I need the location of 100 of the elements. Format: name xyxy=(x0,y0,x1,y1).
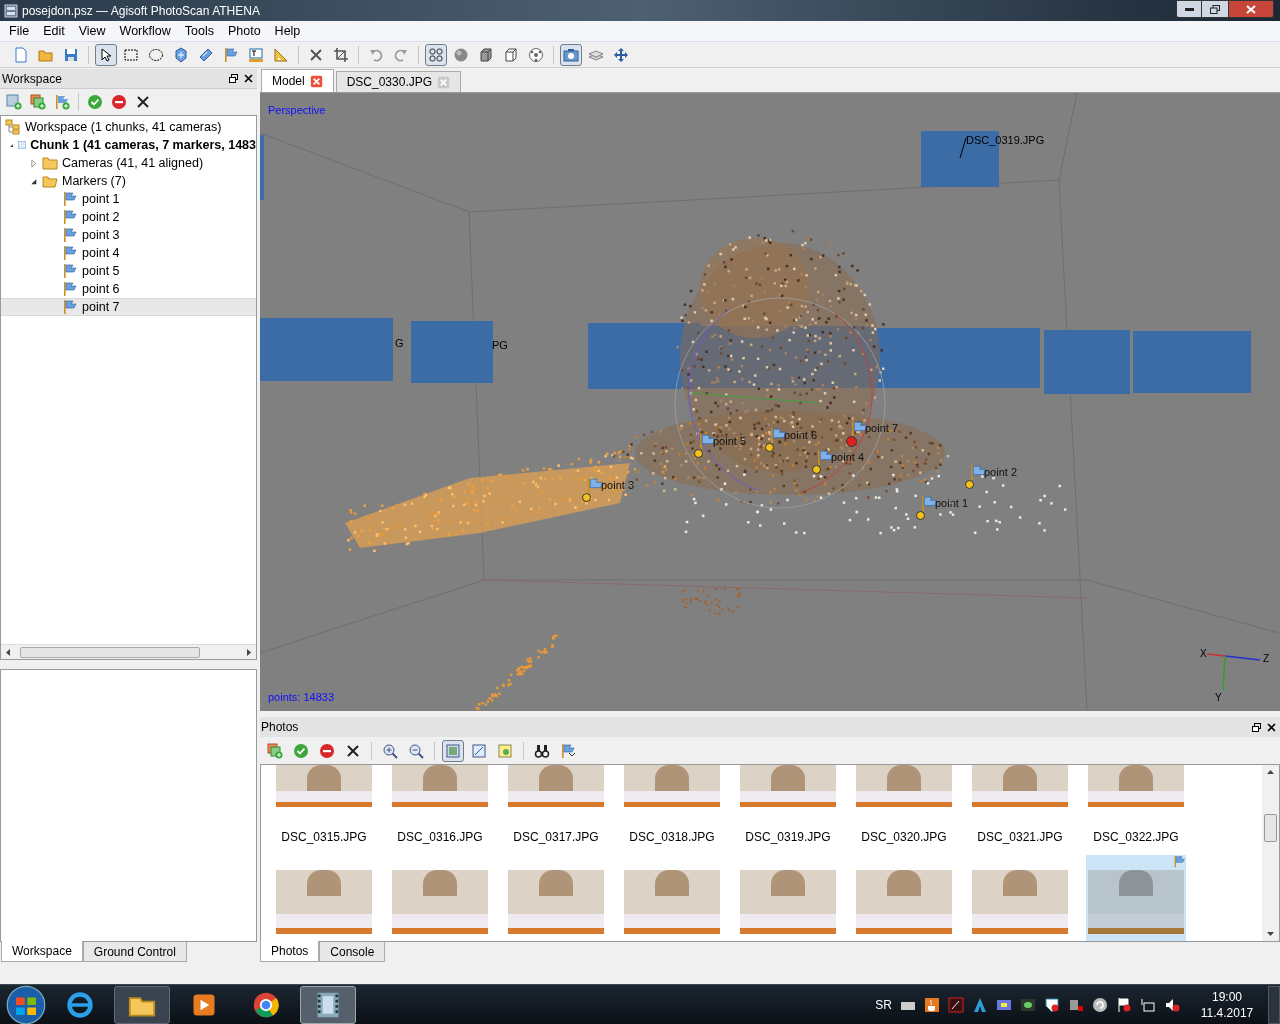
marker-point[interactable] xyxy=(916,511,925,520)
menu-item[interactable]: Tools xyxy=(177,21,221,41)
tree-item[interactable]: point 1 xyxy=(1,190,256,208)
camera-icon xyxy=(563,46,579,63)
marker-flag-icon xyxy=(62,209,78,225)
browser-icon xyxy=(66,990,94,1019)
menu-item[interactable]: File xyxy=(2,21,37,41)
tab[interactable]: Console xyxy=(319,942,386,962)
marker-point[interactable] xyxy=(846,436,857,447)
photo-label: DSC_0320.JPG xyxy=(861,829,947,846)
shield-icon[interactable] xyxy=(1044,996,1060,1013)
minimize-button[interactable] xyxy=(1176,0,1202,18)
menu-item[interactable]: View xyxy=(71,21,113,41)
close-tab-icon[interactable] xyxy=(309,74,323,88)
clock[interactable]: 19:00 11.4.2017 xyxy=(1194,988,1260,1021)
photo-label: DSC_0318.JPG xyxy=(629,829,715,846)
axis-label: X xyxy=(1200,647,1207,661)
maximize-button[interactable] xyxy=(1202,0,1228,18)
sync-icon[interactable] xyxy=(1092,996,1108,1013)
tree-item[interactable]: Markers (7) xyxy=(1,172,256,190)
toolbar-button[interactable] xyxy=(560,43,582,66)
tab[interactable]: Model xyxy=(261,69,334,92)
sphere-icon xyxy=(453,46,469,63)
clock-time: 19:00 xyxy=(1212,988,1242,1005)
restore-icon xyxy=(1210,4,1220,14)
thumbnail-item[interactable]: DSC_0317.JPG xyxy=(506,765,606,853)
folder-icon xyxy=(42,155,58,171)
marker-label: point 2 xyxy=(984,465,1018,480)
horizontal-scrollbar[interactable] xyxy=(1,644,256,659)
3d-viewport[interactable]: Perspective points: 14833 DSC_0319.JPG G PG point 1 point 2 point 3 point 4 point 5 point 6 point 7 X Z Y xyxy=(260,92,1280,711)
thumbnail-item[interactable]: DSC_0319.JPG xyxy=(738,765,838,853)
thumbnail-view-icon xyxy=(445,742,461,759)
remove-icon xyxy=(319,742,335,759)
app-icon xyxy=(4,3,18,18)
camera-label: DSC_0319.JPG xyxy=(966,133,1045,148)
menu-item[interactable]: Help xyxy=(267,21,308,41)
collapsed-arrow-icon[interactable] xyxy=(29,158,38,168)
clock-date: 11.4.2017 xyxy=(1200,1004,1254,1021)
marker-point[interactable] xyxy=(582,493,591,502)
image-icon xyxy=(497,742,513,759)
thumbnail-item[interactable]: DSC_0316.JPG xyxy=(390,765,490,853)
window-title: posejdon.psz — Agisoft PhotoScan ATHENA xyxy=(22,2,260,20)
tree-item[interactable]: point 7 xyxy=(1,298,256,316)
close-button[interactable] xyxy=(1228,0,1274,18)
close-icon[interactable] xyxy=(244,74,253,83)
marker-point[interactable] xyxy=(694,449,703,458)
scrollbar-thumb[interactable] xyxy=(20,646,200,658)
tree-label: point 4 xyxy=(82,244,120,262)
thumbnail-item[interactable]: DSC_0322.JPG xyxy=(1086,765,1186,853)
coffee-cup-icon[interactable] xyxy=(924,996,940,1013)
tab[interactable]: Workspace xyxy=(1,941,83,962)
marker-point[interactable] xyxy=(765,443,774,452)
thumbnail-item[interactable]: DSC_0318.JPG xyxy=(622,765,722,853)
panel-title: Workspace xyxy=(1,70,62,88)
check-icon xyxy=(293,742,309,759)
thumbnail-item[interactable]: DSC_0321.JPG xyxy=(970,765,1070,853)
marker-point[interactable] xyxy=(965,480,974,489)
delete-icon xyxy=(308,46,324,63)
undock-icon[interactable] xyxy=(229,74,238,83)
tree-item[interactable]: point 4 xyxy=(1,244,256,262)
taskbar-button[interactable] xyxy=(114,985,170,1024)
network-icon[interactable] xyxy=(1140,996,1156,1013)
tab[interactable]: Ground Control xyxy=(82,942,187,962)
marker-flag-icon xyxy=(62,227,78,243)
taskbar-button[interactable] xyxy=(300,985,356,1024)
tab[interactable]: Photos xyxy=(260,941,320,962)
marker-point[interactable] xyxy=(812,465,821,474)
tree-item[interactable]: point 2 xyxy=(1,208,256,226)
camera-label: PG xyxy=(492,338,508,353)
vertical-scrollbar[interactable] xyxy=(1262,765,1279,941)
tree-item[interactable]: point 3 xyxy=(1,226,256,244)
flag-icon[interactable] xyxy=(1116,996,1132,1013)
scrollbar-thumb[interactable] xyxy=(1264,814,1277,842)
folder-icon xyxy=(42,173,58,189)
menu-item[interactable]: Workflow xyxy=(112,21,178,41)
thumbnail-item[interactable]: DSC_0315.JPG xyxy=(274,765,374,853)
close-icon[interactable] xyxy=(1267,722,1276,732)
point-count: points: 14833 xyxy=(268,690,335,705)
thumbnail-item[interactable] xyxy=(1086,855,1186,941)
toolbar-button[interactable] xyxy=(95,43,117,66)
crop-icon xyxy=(333,46,349,63)
tree-item[interactable]: point 6 xyxy=(1,280,256,298)
menu-item[interactable]: Edit xyxy=(36,21,72,41)
undock-icon[interactable] xyxy=(1252,722,1261,732)
start-button[interactable] xyxy=(6,984,46,1024)
tree-label: point 7 xyxy=(82,298,120,316)
move-arrows-icon xyxy=(613,46,629,63)
ellipse-selection-icon xyxy=(148,46,164,63)
projection-label: Perspective xyxy=(268,103,326,118)
thumbnail-item[interactable]: DSC_0320.JPG xyxy=(854,765,954,853)
triangle-logo-icon[interactable] xyxy=(972,996,988,1013)
add-photos-icon xyxy=(267,742,283,759)
grid-icon xyxy=(428,46,444,63)
tree-label: point 6 xyxy=(82,280,120,298)
menu-item[interactable]: Photo xyxy=(220,21,268,41)
tree-item[interactable]: Workspace (1 chunks, 41 cameras) xyxy=(1,118,256,136)
tab[interactable]: DSC_0330.JPG xyxy=(335,71,462,92)
marker-flag-icon xyxy=(62,191,78,207)
tree-item[interactable]: Cameras (41, 41 aligned) xyxy=(1,154,256,172)
tree-item[interactable]: point 5 xyxy=(1,262,256,280)
